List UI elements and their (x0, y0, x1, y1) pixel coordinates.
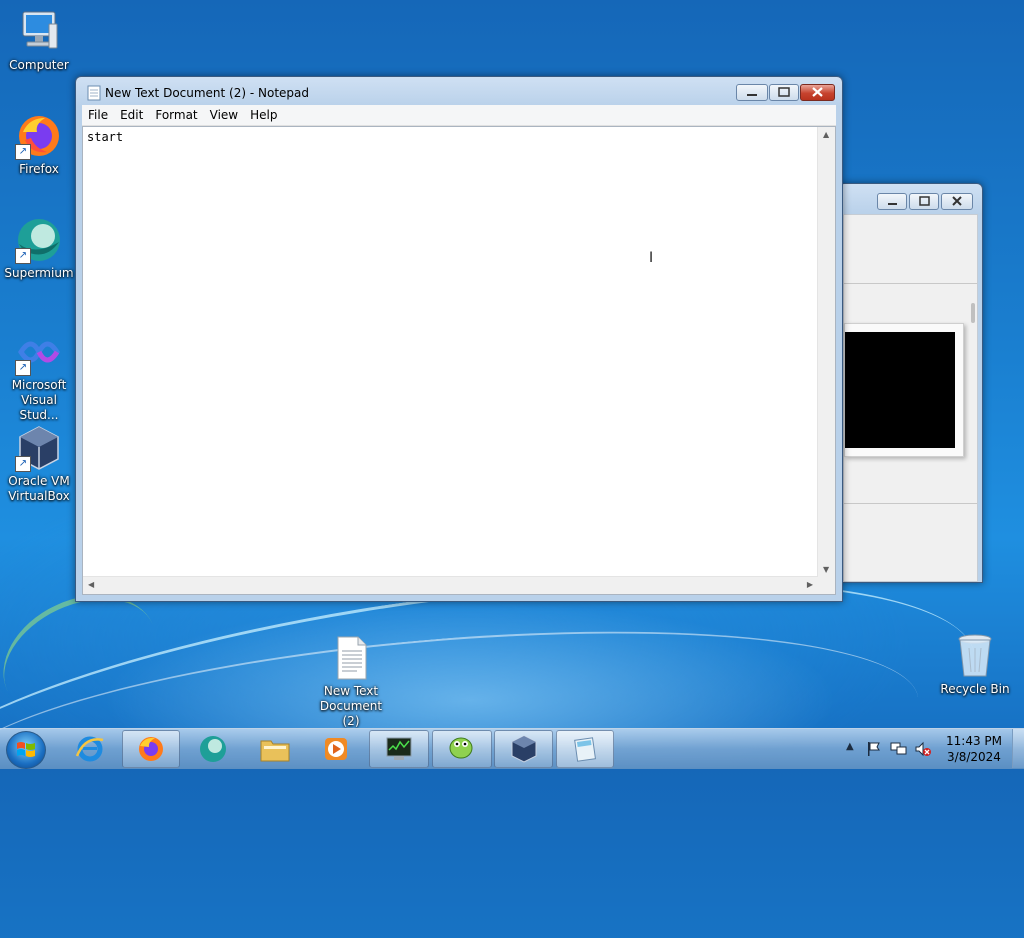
network-icon[interactable] (890, 741, 908, 757)
internet-explorer-icon (75, 736, 104, 762)
menu-format[interactable]: Format (149, 105, 203, 125)
supermium-icon: ↗ (15, 216, 63, 264)
virtualbox-icon: ↗ (15, 424, 63, 472)
taskbar: ▲ (0, 728, 1024, 769)
notepad-icon (574, 737, 597, 762)
minimize-icon (888, 203, 897, 205)
size-grip[interactable] (818, 577, 835, 594)
media-player-icon (325, 738, 347, 760)
desktop-icon-label: Firefox (19, 162, 59, 176)
desktop-icon-label: New Text Document (2) (319, 684, 383, 728)
desktop-icon-label: Computer (9, 58, 69, 72)
visual-studio-icon: ↗ (15, 328, 63, 376)
close-button[interactable] (800, 84, 835, 101)
clock-time: 11:43 PM (946, 734, 1002, 748)
minimize-icon (747, 94, 757, 96)
show-hidden-icons-icon[interactable]: ▲ (846, 741, 854, 752)
text-editor[interactable]: start I ▲ ▼ ◀ ▶ (82, 126, 836, 595)
computer-icon (15, 8, 63, 56)
firefox-icon (139, 737, 163, 761)
text-file-icon (327, 634, 375, 682)
maximize-icon (778, 87, 790, 97)
taskbar-windows-media-player[interactable] (308, 730, 364, 768)
divider (844, 283, 977, 284)
desktop-icon-recycle-bin[interactable]: Recycle Bin (938, 632, 1012, 697)
system-clock[interactable]: 11:43 PM 3/8/2024 (940, 733, 1008, 765)
desktop-icon-label: Oracle VM VirtualBox (8, 474, 70, 503)
taskbar-notepad-plus-plus[interactable] (432, 730, 492, 768)
console-preview (845, 332, 955, 448)
vertical-scrollbar[interactable]: ▲ ▼ (817, 127, 835, 577)
minimize-button[interactable] (877, 193, 907, 210)
scroll-left-icon[interactable]: ◀ (88, 580, 94, 589)
window-title: New Text Document (2) - Notepad (105, 86, 310, 100)
editor-content[interactable]: start (87, 130, 123, 144)
horizontal-scrollbar[interactable]: ◀ ▶ (83, 576, 818, 594)
notepad-window[interactable]: New Text Document (2) - Notepad File Edit… (75, 76, 843, 602)
close-icon (812, 87, 823, 97)
menu-edit[interactable]: Edit (114, 105, 149, 125)
minimize-button[interactable] (736, 84, 768, 101)
action-center-flag-icon[interactable] (866, 741, 882, 757)
taskbar-notepad[interactable] (556, 730, 614, 768)
shortcut-arrow-icon: ↗ (15, 144, 31, 160)
desktop-icon-new-text-document[interactable]: New Text Document (2) (313, 634, 389, 729)
menu-view[interactable]: View (204, 105, 244, 125)
windows-logo-icon (17, 742, 35, 757)
recycle-bin-icon (951, 632, 999, 680)
text-cursor-icon: I (649, 250, 654, 266)
start-button[interactable] (6, 731, 46, 769)
desktop-icon-firefox[interactable]: ↗ Firefox (2, 112, 76, 177)
taskbar-firefox[interactable] (122, 730, 180, 768)
background-window[interactable] (838, 183, 983, 583)
folder-icon (260, 740, 290, 762)
desktop-icon-visual-studio[interactable]: ↗ Microsoft Visual Stud... (2, 328, 76, 423)
taskbar-internet-explorer[interactable] (62, 730, 118, 768)
notepad-icon (87, 85, 101, 101)
close-icon (952, 196, 962, 206)
desktop-icon-label: Microsoft Visual Stud... (11, 378, 67, 422)
desktop-icon-label: Supermium (4, 266, 74, 280)
taskbar-windows-explorer[interactable] (246, 730, 304, 768)
shortcut-arrow-icon: ↗ (15, 456, 31, 472)
scroll-down-icon[interactable]: ▼ (823, 565, 829, 574)
notepad-plus-plus-icon (449, 737, 473, 759)
virtualbox-icon (511, 735, 536, 763)
task-manager-icon (386, 737, 412, 760)
close-button[interactable] (941, 193, 973, 210)
desktop-icon-computer[interactable]: Computer (2, 8, 76, 73)
shortcut-arrow-icon: ↗ (15, 248, 31, 264)
desktop-icon-virtualbox[interactable]: ↗ Oracle VM VirtualBox (2, 424, 76, 504)
maximize-button[interactable] (909, 193, 939, 210)
background-window-client (843, 214, 978, 582)
scrollbar-thumb[interactable] (971, 303, 975, 323)
maximize-icon (919, 196, 930, 206)
shortcut-arrow-icon: ↗ (15, 360, 31, 376)
taskbar-supermium[interactable] (184, 730, 242, 768)
menu-help[interactable]: Help (244, 105, 283, 125)
volume-muted-icon[interactable] (914, 741, 932, 757)
supermium-icon (200, 736, 226, 762)
title-bar[interactable]: New Text Document (2) - Notepad (76, 77, 842, 107)
menu-file[interactable]: File (82, 105, 114, 125)
scroll-up-icon[interactable]: ▲ (823, 130, 829, 139)
menu-bar: File Edit Format View Help (82, 105, 836, 126)
clock-date: 3/8/2024 (947, 750, 1001, 764)
desktop-icon-label: Recycle Bin (940, 682, 1010, 696)
show-desktop-button[interactable] (1012, 729, 1024, 768)
desktop-icon-supermium[interactable]: ↗ Supermium (2, 216, 76, 281)
preview-frame (844, 323, 964, 457)
maximize-button[interactable] (769, 84, 799, 101)
firefox-icon: ↗ (15, 112, 63, 160)
divider (844, 503, 977, 504)
taskbar-virtualbox[interactable] (494, 730, 553, 768)
scroll-right-icon[interactable]: ▶ (807, 580, 813, 589)
taskbar-task-manager[interactable] (369, 730, 429, 768)
